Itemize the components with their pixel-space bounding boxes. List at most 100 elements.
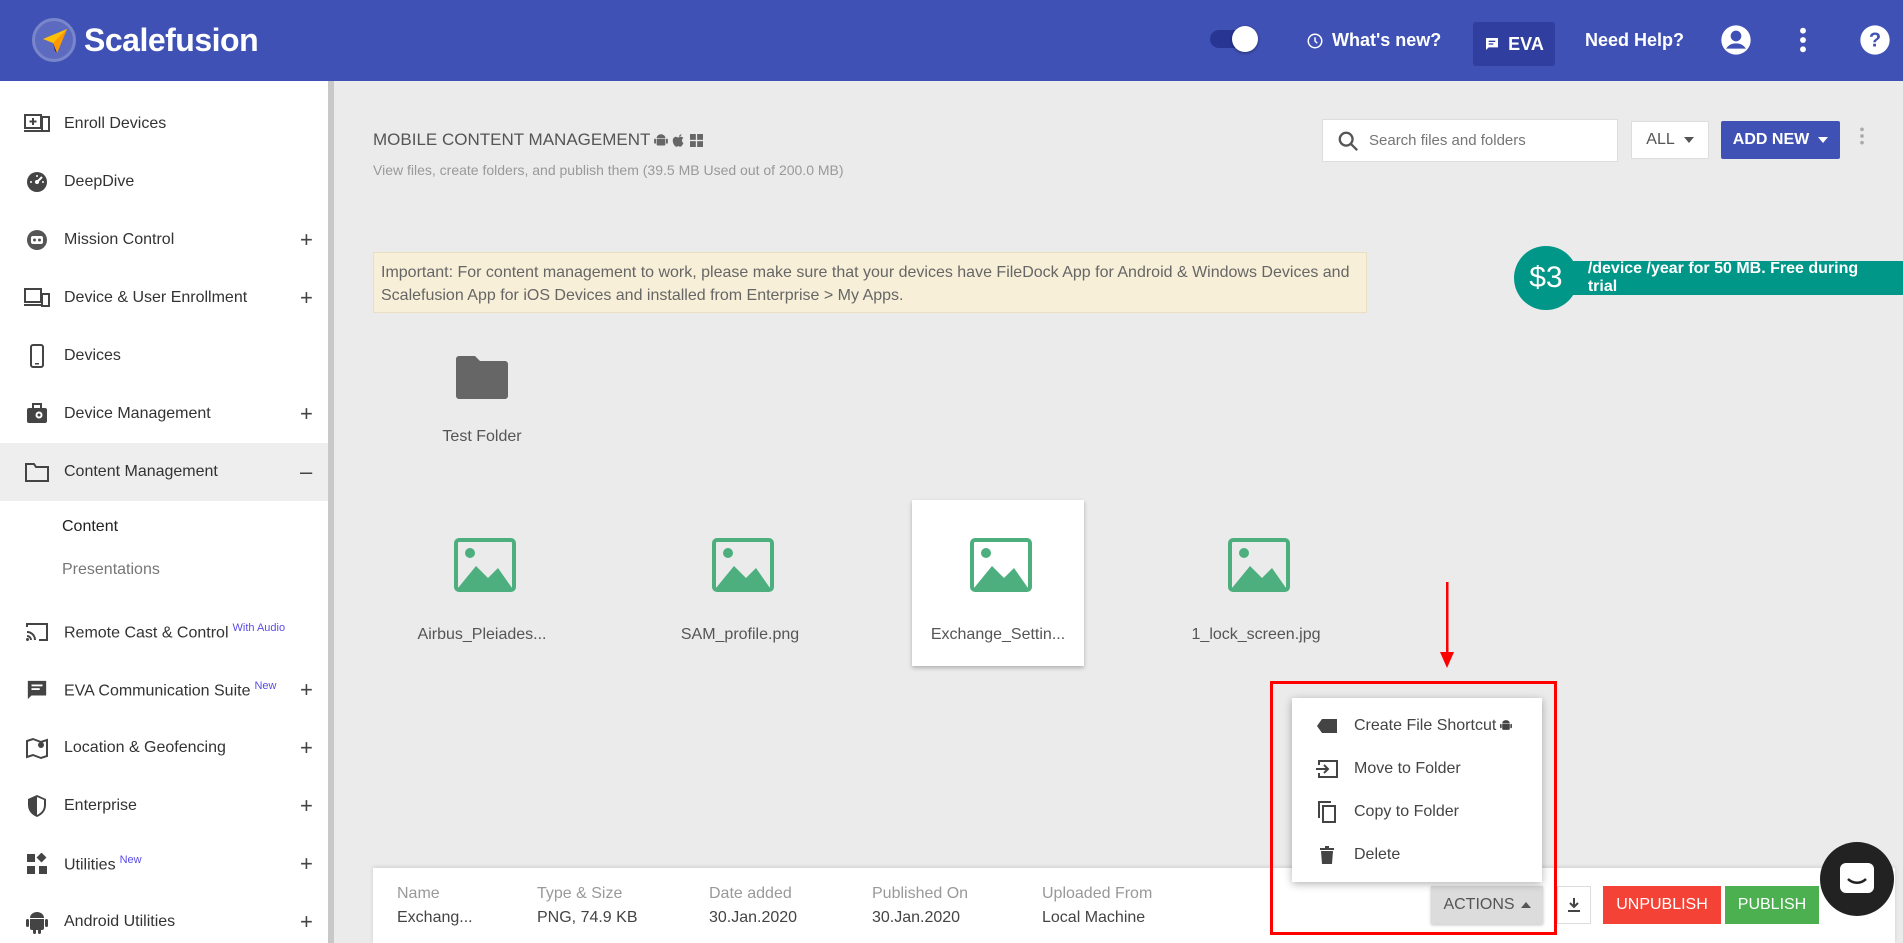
sidebar-item-utilities[interactable]: Utilities New + [0,835,328,893]
sidebar-item-android-utilities[interactable]: Android Utilities + [0,893,328,943]
image-icon [712,538,774,592]
devices-icon [24,285,50,311]
shield-icon [24,793,50,819]
sidebar-item-label: Android Utilities [64,913,176,930]
detail-published-on: Published On 30.Jan.2020 [872,885,969,926]
page-title: MOBILE CONTENT MANAGEMENT [373,130,704,150]
sidebar-item-content-management[interactable]: Content Management – [0,443,328,501]
theme-toggle[interactable] [1210,26,1258,52]
price-text: /device /year for 50 MB. Free during tri… [1563,260,1903,295]
expand-icon[interactable]: + [300,851,313,877]
image-icon [454,538,516,592]
robot-icon [24,227,50,253]
sidebar-item-mission-control[interactable]: Mission Control + [0,211,328,269]
detail-name: Name Exchang... [397,885,473,926]
expand-icon[interactable]: + [300,401,313,427]
clock-icon [1307,33,1323,48]
sidebar-item-device-management[interactable]: Device Management + [0,385,328,443]
file-tile-selected[interactable]: Exchange_Settin... [912,500,1084,666]
sidebar-item-remote-cast[interactable]: Remote Cast & Control With Audio [0,603,328,661]
sidebar-item-label: Device Management [64,405,211,422]
sidebar: Enroll Devices DeepDive Mission Control … [0,81,333,943]
sidebar-item-enroll-devices[interactable]: Enroll Devices [0,95,328,153]
brand-logo[interactable]: Scalefusion [32,18,259,62]
sidebar-item-label: Enroll Devices [64,115,167,132]
expand-icon[interactable]: + [300,735,313,761]
sidebar-scrollbar[interactable] [328,81,334,943]
file-name: SAM_profile.png [680,626,800,643]
folder-icon [456,356,508,399]
folder-icon [24,459,50,485]
search-icon [1338,131,1358,151]
file-tile[interactable]: 1_lock_screen.jpg [1170,500,1342,666]
annotation-highlight-box [1270,681,1557,935]
expand-icon[interactable]: + [300,909,313,935]
top-app-bar: Scalefusion What's new? EVA Need Help? ? [0,0,1903,81]
more-vert-icon[interactable] [1795,24,1811,61]
phone-icon [24,343,50,369]
sidebar-subitem-content[interactable]: Content [62,518,118,536]
new-badge: New [254,679,277,692]
expand-icon[interactable]: + [300,677,313,703]
sidebar-item-enterprise[interactable]: Enterprise + [0,777,328,835]
important-notice: Important: For content management to wor… [373,252,1367,313]
enroll-devices-icon [24,111,50,137]
search-input[interactable] [1369,132,1599,149]
briefcase-icon [24,401,50,427]
publish-button[interactable]: PUBLISH [1725,886,1819,924]
eva-button[interactable]: EVA [1473,22,1555,66]
sidebar-item-device-user-enrollment[interactable]: Device & User Enrollment + [0,269,328,327]
expand-icon[interactable]: + [300,285,313,311]
whats-new-link[interactable]: What's new? [1306,0,1441,81]
eva-label: EVA [1508,33,1544,54]
more-vert-icon[interactable] [1858,126,1866,151]
search-box[interactable] [1322,119,1618,162]
svg-text:?: ? [1869,30,1881,52]
speedometer-icon [24,169,50,195]
file-tile[interactable]: SAM_profile.png [654,500,826,666]
toggle-knob [1232,26,1258,52]
sidebar-item-label: Utilities New [64,853,142,874]
expand-icon[interactable]: + [300,227,313,253]
widgets-icon [24,851,50,877]
chat-bubble-icon [1840,863,1874,893]
message-icon [1486,38,1499,50]
need-help-label: Need Help? [1585,30,1685,50]
image-icon [1228,538,1290,592]
sidebar-item-label: Devices [64,347,121,364]
new-badge: New [119,853,142,866]
sidebar-item-label: Enterprise [64,797,137,814]
sidebar-item-devices[interactable]: Devices [0,327,328,385]
sidebar-item-label: Location & Geofencing [64,739,226,756]
cast-icon [24,619,50,645]
sidebar-item-eva-suite[interactable]: EVA Communication Suite New + [0,661,328,719]
folder-name: Test Folder [442,428,522,445]
filter-dropdown[interactable]: ALL [1631,121,1709,159]
expand-icon[interactable]: + [300,793,313,819]
android-icon [24,909,50,935]
add-new-button[interactable]: ADD NEW [1721,121,1840,159]
price-amount: $3 [1514,246,1578,310]
detail-uploaded-from: Uploaded From Local Machine [1042,885,1153,926]
unpublish-button[interactable]: UNPUBLISH [1603,886,1721,924]
sidebar-item-label: Content Management [64,463,218,480]
annotation-arrow-icon [1440,582,1454,668]
sidebar-item-label: Device & User Enrollment [64,289,248,306]
file-tile[interactable]: Airbus_Pleiades... [396,500,568,666]
sidebar-item-deepdive[interactable]: DeepDive [0,153,328,211]
android-icon [654,133,669,145]
whats-new-label: What's new? [1332,30,1442,50]
help-icon[interactable]: ? [1859,24,1891,61]
account-icon[interactable] [1720,24,1752,61]
file-name: 1_lock_screen.jpg [1191,626,1321,643]
chat-launcher[interactable] [1820,842,1894,916]
need-help-link[interactable]: Need Help? [1585,0,1684,81]
with-audio-badge: With Audio [232,621,286,634]
folder-tile[interactable] [440,355,524,404]
collapse-icon[interactable]: – [300,459,312,485]
sidebar-subitem-presentations[interactable]: Presentations [62,561,160,579]
sidebar-item-label: DeepDive [64,173,135,190]
pricing-banner[interactable]: $3 /device /year for 50 MB. Free during … [1514,246,1903,310]
download-button[interactable] [1557,886,1591,924]
sidebar-item-location[interactable]: Location & Geofencing + [0,719,328,777]
